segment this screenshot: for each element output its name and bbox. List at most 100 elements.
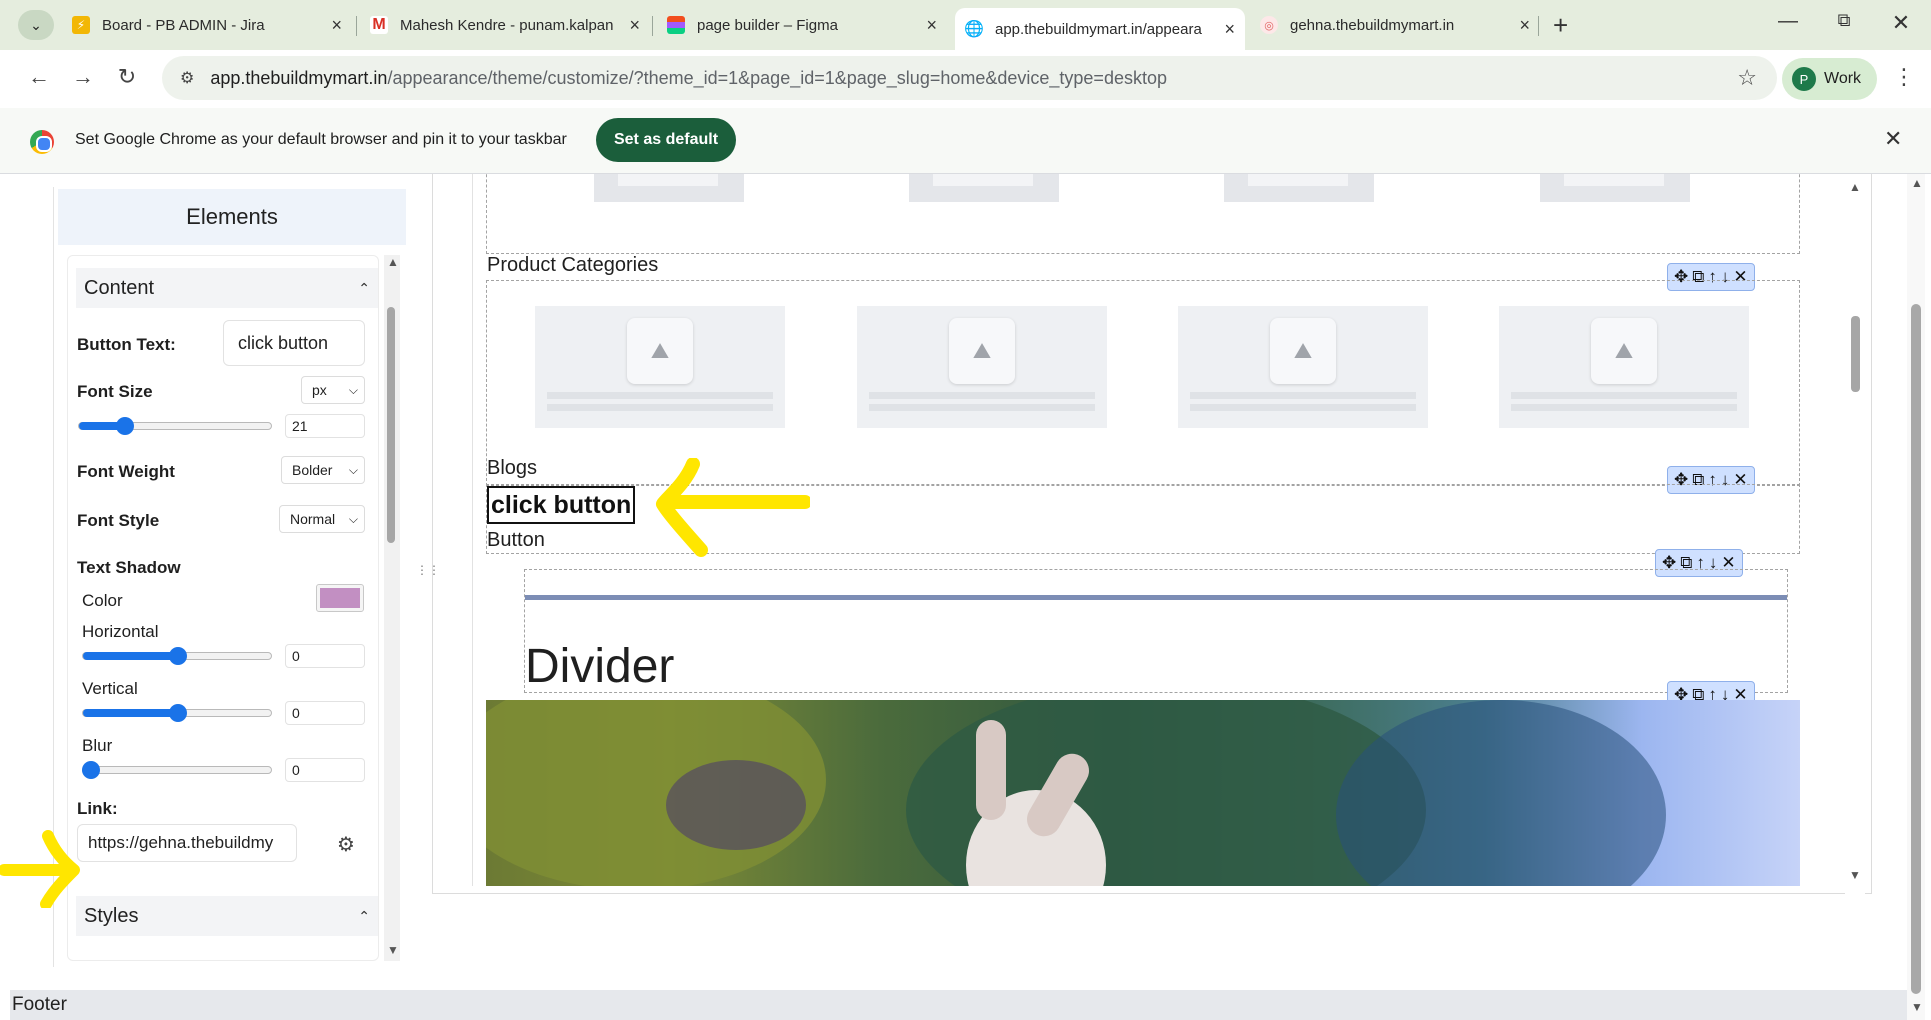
more-menu-icon[interactable]: ⋮ bbox=[1893, 64, 1915, 90]
product-categories-heading: Product Categories bbox=[487, 254, 659, 276]
chrome-logo-icon bbox=[30, 130, 54, 154]
tab-gehna[interactable]: ◎ gehna.thebuildmymart.in × bbox=[1250, 8, 1540, 42]
chevron-down-icon: ⌵ bbox=[348, 382, 358, 397]
font-style-label: Font Style bbox=[77, 511, 160, 530]
elements-panel: Elements Content ⌃ Button Text: click bu… bbox=[53, 187, 406, 967]
close-infobar-icon[interactable]: ✕ bbox=[1884, 126, 1902, 152]
browser-toolbar: ← → ↻ ⚙ app.thebuildmymart.in/appearance… bbox=[0, 50, 1931, 108]
back-arrow-icon[interactable]: ← bbox=[24, 64, 54, 90]
settings-gear-icon[interactable]: ⚙ bbox=[337, 832, 355, 857]
divider-section-outline[interactable] bbox=[524, 569, 1788, 693]
font-size-input[interactable]: 21 bbox=[285, 414, 365, 438]
tab-title: app.thebuildmymart.in/appeara bbox=[995, 20, 1202, 38]
tab-app-active[interactable]: 🌐 app.thebuildmymart.in/appeara × bbox=[955, 8, 1245, 50]
placeholder-line bbox=[1511, 392, 1737, 399]
placeholder-line bbox=[1511, 404, 1737, 411]
blur-slider[interactable] bbox=[82, 761, 272, 779]
horizontal-label: Horizontal bbox=[82, 622, 159, 641]
close-tab-icon[interactable]: × bbox=[331, 15, 342, 36]
blogs-heading: Blogs bbox=[487, 457, 538, 479]
placeholder-line bbox=[869, 392, 1095, 399]
canvas-scrollbar[interactable]: ▲ ▼ bbox=[1845, 174, 1865, 894]
preview-click-button[interactable]: click button bbox=[487, 486, 636, 524]
settings-scroll-area: Content ⌃ Button Text: click button Font… bbox=[67, 255, 379, 961]
placeholder-line bbox=[869, 404, 1095, 411]
slider-fill bbox=[83, 652, 178, 660]
slider-handle[interactable] bbox=[82, 761, 100, 779]
scrollbar-thumb[interactable] bbox=[1911, 304, 1921, 994]
close-tab-icon[interactable]: × bbox=[1224, 19, 1235, 40]
minimize-icon[interactable]: — bbox=[1773, 10, 1803, 33]
content-section-header[interactable]: Content ⌃ bbox=[76, 268, 378, 308]
panel-scrollbar[interactable]: ▲ ▼ bbox=[384, 255, 400, 961]
font-size-unit-select[interactable]: px ⌵ bbox=[301, 376, 365, 404]
image-detail bbox=[666, 760, 806, 850]
link-input[interactable]: https://gehna.thebuildmy bbox=[77, 824, 297, 862]
tab-gmail[interactable]: M Mahesh Kendre - punam.kalpan × bbox=[360, 8, 650, 42]
close-window-icon[interactable]: ✕ bbox=[1886, 10, 1916, 36]
horizontal-slider[interactable] bbox=[82, 647, 272, 665]
styles-section-header[interactable]: Styles ⌃ bbox=[76, 896, 378, 936]
forward-arrow-icon[interactable]: → bbox=[68, 64, 98, 90]
jira-icon: ⚡ bbox=[72, 16, 90, 34]
close-tab-icon[interactable]: × bbox=[1519, 15, 1530, 36]
resize-grip-icon[interactable]: ⋮⋮ bbox=[416, 563, 440, 581]
font-weight-select[interactable]: Bolder ⌵ bbox=[281, 456, 365, 484]
url-path: /appearance/theme/customize/?theme_id=1&… bbox=[387, 67, 1167, 88]
font-style-select[interactable]: Normal ⌵ bbox=[279, 505, 365, 533]
address-bar[interactable]: ⚙ app.thebuildmymart.in/appearance/theme… bbox=[162, 56, 1777, 100]
category-card: ⛰ bbox=[1178, 306, 1428, 428]
scroll-down-arrow-icon[interactable]: ▼ bbox=[1849, 868, 1861, 882]
site-icon: ◎ bbox=[1260, 16, 1278, 34]
set-as-default-button[interactable]: Set as default bbox=[596, 118, 736, 162]
tab-jira[interactable]: ⚡ Board - PB ADMIN - Jira × bbox=[62, 8, 352, 42]
content-section-title: Content bbox=[84, 276, 155, 299]
slider-handle[interactable] bbox=[169, 704, 187, 722]
font-size-slider[interactable] bbox=[78, 417, 272, 435]
placeholder-line bbox=[547, 392, 773, 399]
scroll-down-arrow-icon[interactable]: ▼ bbox=[1911, 1000, 1923, 1014]
scroll-up-arrow-icon[interactable]: ▲ bbox=[1911, 176, 1923, 190]
image-placeholder-icon: ⛰ bbox=[627, 318, 693, 384]
bookmark-star-icon[interactable]: ☆ bbox=[1737, 65, 1757, 91]
blur-input[interactable]: 0 bbox=[285, 758, 365, 782]
page-scrollbar[interactable]: ▲ ▼ bbox=[1907, 174, 1925, 1020]
scroll-down-arrow-icon[interactable]: ▼ bbox=[387, 943, 399, 957]
image-placeholder-icon: ⛰ bbox=[1591, 318, 1657, 384]
page-footer: Footer bbox=[10, 990, 1907, 1020]
scroll-up-arrow-icon[interactable]: ▲ bbox=[1849, 180, 1861, 194]
profile-button[interactable]: P Work bbox=[1782, 58, 1877, 100]
scroll-up-arrow-icon[interactable]: ▲ bbox=[387, 255, 399, 269]
scrollbar-thumb[interactable] bbox=[1851, 316, 1860, 392]
styles-section-title: Styles bbox=[84, 904, 139, 927]
reload-icon[interactable]: ↻ bbox=[112, 64, 142, 90]
placeholder-line bbox=[1190, 404, 1416, 411]
infobar-message: Set Google Chrome as your default browse… bbox=[75, 131, 567, 148]
image-block[interactable] bbox=[486, 700, 1800, 886]
scrollbar-thumb[interactable] bbox=[387, 307, 395, 543]
figma-icon bbox=[667, 16, 685, 34]
tab-title: Board - PB ADMIN - Jira bbox=[102, 16, 265, 34]
site-info-icon[interactable]: ⚙ bbox=[180, 68, 194, 88]
button-text-input[interactable]: click button bbox=[223, 320, 365, 366]
slider-handle[interactable] bbox=[116, 417, 134, 435]
vertical-slider[interactable] bbox=[82, 704, 272, 722]
font-weight-label: Font Weight bbox=[77, 462, 175, 481]
horizontal-input[interactable]: 0 bbox=[285, 644, 365, 668]
new-tab-button[interactable]: + bbox=[1553, 10, 1568, 41]
tab-title: Mahesh Kendre - punam.kalpan bbox=[400, 16, 614, 34]
color-swatch bbox=[320, 588, 360, 608]
tab-figma[interactable]: page builder – Figma × bbox=[657, 8, 947, 42]
blur-label: Blur bbox=[82, 736, 113, 755]
close-tab-icon[interactable]: × bbox=[926, 15, 937, 36]
restore-icon[interactable]: ⧉ bbox=[1829, 10, 1859, 31]
slider-handle[interactable] bbox=[169, 647, 187, 665]
tab-search-button[interactable]: ⌄ bbox=[18, 10, 54, 40]
url-text[interactable]: app.thebuildmymart.in/appearance/theme/c… bbox=[210, 68, 1167, 89]
close-tab-icon[interactable]: × bbox=[629, 15, 640, 36]
chevron-up-icon: ⌃ bbox=[358, 279, 370, 296]
shadow-color-picker[interactable] bbox=[316, 584, 364, 612]
placeholder-line bbox=[1564, 174, 1664, 186]
vertical-input[interactable]: 0 bbox=[285, 701, 365, 725]
tab-title: gehna.thebuildmymart.in bbox=[1290, 16, 1455, 34]
